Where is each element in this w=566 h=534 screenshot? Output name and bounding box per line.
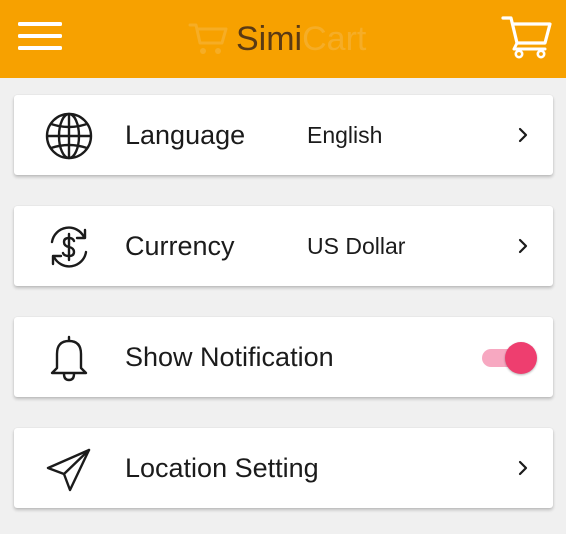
notification-toggle[interactable]: [477, 340, 537, 374]
setting-language[interactable]: Language English: [14, 95, 553, 175]
menu-button[interactable]: [12, 14, 68, 58]
setting-currency[interactable]: Currency US Dollar: [14, 206, 553, 286]
globe-icon: [44, 111, 94, 161]
setting-label: Show Notification: [125, 342, 334, 372]
toggle-thumb[interactable]: [505, 342, 537, 374]
setting-show-notification: Show Notification: [14, 317, 553, 397]
setting-value: US Dollar: [307, 233, 406, 259]
cart-icon: [501, 16, 552, 59]
setting-label: Language: [125, 120, 246, 150]
logo-text-cart: Cart: [302, 20, 367, 58]
top-app-bar: Simi Cart: [0, 0, 566, 78]
logo-text: Simi Cart: [236, 22, 366, 56]
bell-icon: [44, 333, 94, 383]
logo-cart-icon: [186, 17, 230, 61]
chevron-right-icon: [515, 126, 531, 144]
chevron-right-icon: [515, 459, 531, 477]
chevron-right-icon: [515, 237, 531, 255]
simicart-logo[interactable]: Simi Cart: [186, 8, 386, 70]
hamburger-icon: [18, 22, 62, 50]
setting-location[interactable]: Location Setting: [14, 428, 553, 508]
currency-exchange-icon: [44, 222, 94, 272]
paper-plane-icon: [44, 444, 94, 494]
logo-text-simi: Simi: [236, 20, 303, 58]
setting-label: Currency: [125, 231, 235, 261]
setting-label: Location Setting: [125, 453, 319, 483]
cart-button[interactable]: [498, 10, 556, 62]
setting-value: English: [307, 122, 383, 148]
